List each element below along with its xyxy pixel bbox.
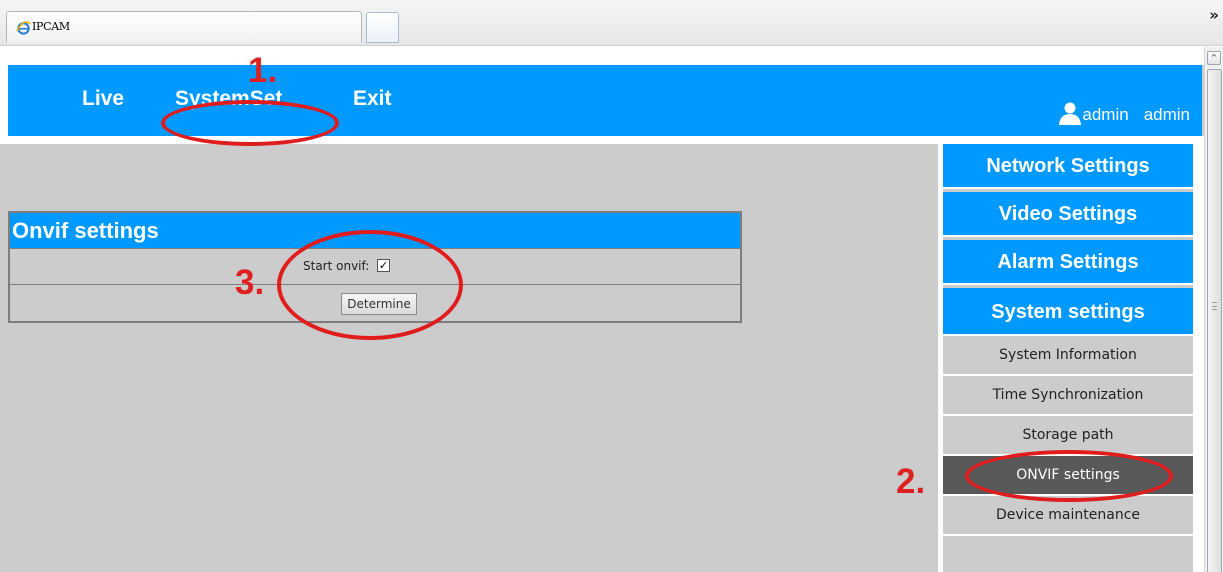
browser-tab-bar: IPCAM »: [0, 0, 1223, 46]
page-viewport: admin admin Live SystemSet Exit Onvif se…: [0, 47, 1204, 572]
annotation-ellipse-onvif-menu: [965, 450, 1173, 502]
sidebar-item-device-maintenance[interactable]: Device maintenance: [943, 496, 1193, 536]
vertical-scrollbar[interactable]: ^: [1204, 47, 1223, 572]
user-icon: [1059, 102, 1082, 125]
annotation-ellipse-systemset: [161, 100, 339, 146]
nav-live[interactable]: Live: [82, 87, 124, 111]
scrollbar-thumb[interactable]: [1207, 69, 1222, 572]
user-info: admin admin: [1058, 93, 1190, 125]
sidebar-section-network[interactable]: Network Settings: [943, 144, 1193, 189]
annotation-ellipse-onvif-panel: [277, 230, 463, 340]
user-role: admin: [1143, 105, 1190, 124]
scroll-up-icon[interactable]: ^: [1207, 51, 1221, 65]
user-name: admin: [1082, 105, 1129, 124]
settings-sidebar: Network Settings Video Settings Alarm Se…: [938, 144, 1204, 572]
nav-exit[interactable]: Exit: [353, 87, 392, 111]
top-margin: [0, 47, 1204, 65]
new-tab-button[interactable]: [366, 12, 399, 43]
more-tabs-chevron-icon[interactable]: »: [1209, 6, 1219, 24]
annotation-step-2: 2.: [896, 462, 926, 501]
left-margin: [0, 65, 8, 140]
sidebar-section-video[interactable]: Video Settings: [943, 192, 1193, 237]
browser-tab[interactable]: IPCAM: [6, 11, 362, 43]
tab-title: IPCAM: [32, 20, 70, 33]
settings-menu: Network Settings Video Settings Alarm Se…: [943, 144, 1193, 572]
sidebar-section-alarm[interactable]: Alarm Settings: [943, 240, 1193, 285]
annotation-step-3: 3.: [235, 263, 265, 302]
sidebar-item-system-information[interactable]: System Information: [943, 336, 1193, 376]
sidebar-item-time-synchronization[interactable]: Time Synchronization: [943, 376, 1193, 416]
annotation-step-1: 1.: [248, 51, 278, 90]
scroll-grip-icon: [1212, 302, 1217, 310]
sidebar-section-system[interactable]: System settings: [943, 288, 1193, 336]
ie-icon: [16, 21, 31, 35]
